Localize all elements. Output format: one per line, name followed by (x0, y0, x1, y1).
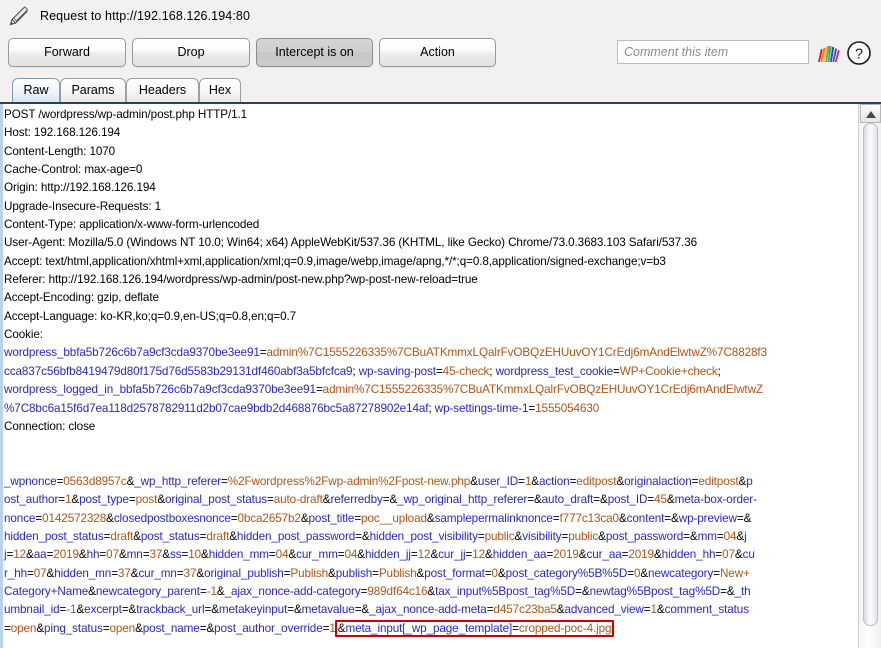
action-button[interactable]: Action (379, 38, 496, 67)
forward-button[interactable]: Forward (8, 38, 126, 67)
request-title-bar: Request to http://192.168.126.194:80 (0, 0, 881, 32)
drop-button[interactable]: Drop (132, 38, 250, 67)
burp-rainbow-icon (818, 46, 840, 62)
tab-raw[interactable]: Raw (12, 78, 60, 102)
intercept-toolbar: Forward Drop Intercept is on Action ? (0, 36, 881, 72)
page-title: Request to http://192.168.126.194:80 (40, 9, 251, 23)
burp-proxy-intercept-window: Request to http://192.168.126.194:80 For… (0, 0, 881, 648)
editor-left-gutter (0, 104, 3, 648)
raw-request-editor: POST /wordpress/wp-admin/post.php HTTP/1… (0, 102, 881, 648)
tab-headers[interactable]: Headers (126, 78, 199, 102)
pencil-icon (9, 6, 29, 26)
comment-input[interactable] (617, 40, 809, 64)
raw-request-text-area[interactable]: POST /wordpress/wp-admin/post.php HTTP/1… (0, 104, 858, 648)
tab-hex[interactable]: Hex (199, 78, 241, 102)
message-view-tabs: Raw Params Headers Hex (0, 78, 881, 103)
svg-text:?: ? (855, 47, 863, 63)
intercept-toggle-button[interactable]: Intercept is on (256, 38, 373, 67)
editor-vertical-scrollbar[interactable] (858, 104, 881, 648)
scroll-up-arrow-icon[interactable] (860, 104, 881, 123)
raw-request-content: POST /wordpress/wp-admin/post.php HTTP/1… (4, 108, 767, 637)
vertical-scroll-thumb[interactable] (863, 123, 878, 626)
help-question-icon[interactable]: ? (846, 40, 872, 66)
tab-params[interactable]: Params (60, 78, 126, 102)
